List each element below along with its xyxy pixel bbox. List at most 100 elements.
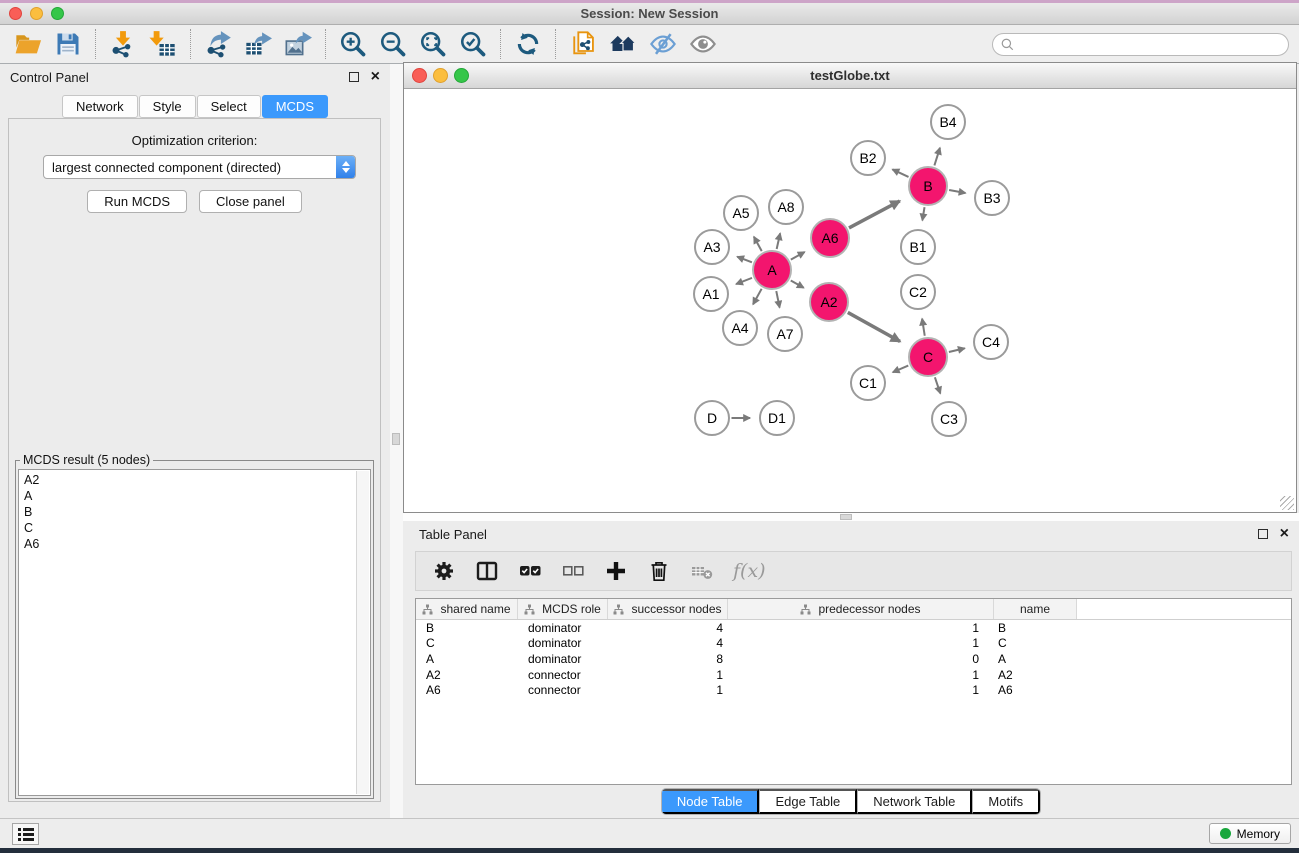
graph-node-D[interactable]: D [694,400,730,436]
graph-edge-A-A8[interactable] [777,233,780,249]
table-row[interactable]: Bdominator41B [416,620,1291,636]
graph-node-A[interactable]: A [752,250,792,290]
table-row[interactable]: Cdominator41C [416,636,1291,652]
graph-edge-C-C1[interactable] [893,366,908,373]
network-canvas[interactable]: B4B2BB3A8A5A6A3B1AC2A1A2A4A7C4CC1DD1C3 [404,89,1296,512]
hide-graphics-details-button[interactable] [643,27,683,61]
graph-edge-C-C2[interactable] [922,319,925,336]
graph-node-C4[interactable]: C4 [973,324,1009,360]
mcds-result-item[interactable]: A [24,488,365,504]
graph-edge-B-B4[interactable] [934,148,940,166]
zoom-out-button[interactable] [373,27,413,61]
criterion-select[interactable]: largest connected component (directed) [43,155,356,179]
splitter-handle[interactable] [840,514,852,520]
graph-node-A2[interactable]: A2 [809,282,849,322]
mcds-list-scrollbar[interactable] [356,471,369,794]
export-table-button[interactable] [238,27,278,61]
graph-node-B3[interactable]: B3 [974,180,1010,216]
settings-gear-icon[interactable] [432,559,456,583]
table-row[interactable]: A2connector11A2 [416,667,1291,683]
graph-edge-B-B1[interactable] [922,207,924,220]
column-header-name[interactable]: name [994,599,1077,619]
import-table-button[interactable] [143,27,183,61]
graph-node-A1[interactable]: A1 [693,276,729,312]
deselect-all-checkboxes-icon[interactable] [561,559,585,583]
mcds-result-item[interactable]: A6 [24,536,365,552]
close-panel-button[interactable]: Close panel [199,190,302,213]
tab-select[interactable]: Select [197,95,261,118]
graph-node-D1[interactable]: D1 [759,400,795,436]
graph-edge-A-A1[interactable] [736,278,752,284]
graph-edge-A-A5[interactable] [754,237,762,251]
mcds-result-item[interactable]: A2 [24,472,365,488]
graph-node-C2[interactable]: C2 [900,274,936,310]
column-header-successor-nodes[interactable]: successor nodes [608,599,728,619]
graph-node-A7[interactable]: A7 [767,316,803,352]
graph-edge-A2-C[interactable] [848,312,900,341]
graph-node-A5[interactable]: A5 [723,195,759,231]
tab-motifs[interactable]: Motifs [972,789,1040,814]
import-network-button[interactable] [103,27,143,61]
column-header-mcds-role[interactable]: MCDS role [518,599,608,619]
delete-column-icon[interactable] [647,559,671,583]
graph-edge-B-B3[interactable] [949,190,965,193]
mcds-result-item[interactable]: C [24,520,365,536]
function-builder-button[interactable]: f(x) [733,560,766,582]
graph-edge-B-B2[interactable] [892,169,908,176]
zoom-fit-button[interactable] [413,27,453,61]
add-column-icon[interactable] [604,559,628,583]
tab-network-table[interactable]: Network Table [857,789,972,814]
open-file-button[interactable] [8,27,48,61]
memory-button[interactable]: Memory [1209,823,1291,844]
graph-edge-A-A7[interactable] [776,291,779,307]
zoom-selected-button[interactable] [453,27,493,61]
tab-style[interactable]: Style [139,95,196,118]
graph-edge-A-A2[interactable] [791,281,804,288]
float-panel-icon[interactable] [1258,529,1268,539]
tab-edge-table[interactable]: Edge Table [759,789,857,814]
select-all-checkboxes-icon[interactable] [518,559,542,583]
tab-node-table[interactable]: Node Table [662,789,760,814]
graph-edge-A-A4[interactable] [753,289,762,305]
mcds-result-list[interactable]: A2ABCA6 [18,469,371,796]
window-resize-grip[interactable] [1280,496,1294,510]
graph-node-B4[interactable]: B4 [930,104,966,140]
show-graphics-details-button[interactable] [683,27,723,61]
duplicate-network-button[interactable] [563,27,603,61]
graph-node-C3[interactable]: C3 [931,401,967,437]
graph-node-A3[interactable]: A3 [694,229,730,265]
close-panel-icon[interactable]: × [1280,529,1289,539]
home-button[interactable] [603,27,643,61]
table-row[interactable]: Adominator80A [416,651,1291,667]
task-history-button[interactable] [12,823,39,845]
vertical-splitter[interactable] [390,64,403,818]
graph-edge-A-A6[interactable] [791,252,805,260]
float-panel-icon[interactable] [349,72,359,82]
splitter-handle[interactable] [392,433,400,445]
column-header-shared-name[interactable]: shared name [416,599,518,619]
close-panel-icon[interactable]: × [371,72,380,82]
tab-network[interactable]: Network [62,95,138,118]
graph-edge-A-A3[interactable] [737,257,752,263]
delete-table-icon[interactable] [690,559,714,583]
save-session-button[interactable] [48,27,88,61]
graph-node-A6[interactable]: A6 [810,218,850,258]
graph-node-B[interactable]: B [908,166,948,206]
graph-edge-C-C4[interactable] [949,348,965,352]
table-row[interactable]: A6connector11A6 [416,682,1291,698]
zoom-in-button[interactable] [333,27,373,61]
graph-edge-A6-B[interactable] [849,201,900,228]
run-mcds-button[interactable]: Run MCDS [87,190,187,213]
graph-edge-C-C3[interactable] [935,377,940,393]
tab-mcds[interactable]: MCDS [262,95,328,118]
graph-node-A8[interactable]: A8 [768,189,804,225]
graph-node-C[interactable]: C [908,337,948,377]
horizontal-splitter[interactable] [403,513,1299,521]
search-input[interactable] [1019,35,1288,54]
graph-node-C1[interactable]: C1 [850,365,886,401]
export-network-button[interactable] [198,27,238,61]
refresh-button[interactable] [508,27,548,61]
export-image-button[interactable] [278,27,318,61]
graph-node-B2[interactable]: B2 [850,140,886,176]
column-view-icon[interactable] [475,559,499,583]
